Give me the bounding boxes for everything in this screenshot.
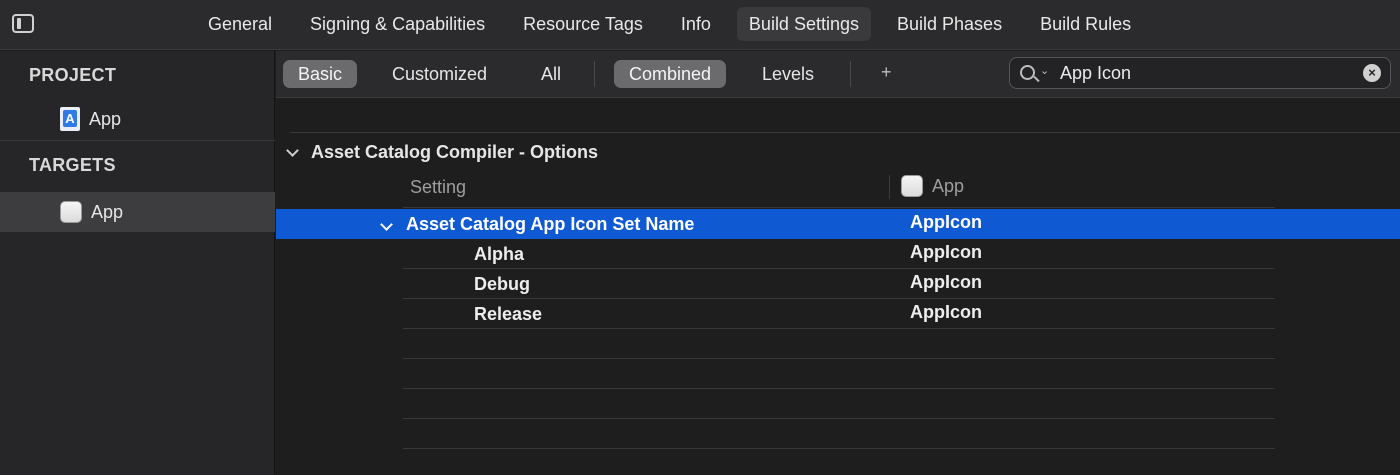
column-header-setting: Setting (410, 177, 467, 197)
search-input[interactable] (1060, 61, 1350, 85)
sidebar-divider (0, 140, 275, 141)
tab-signing-capabilities[interactable]: Signing & Capabilities (298, 7, 497, 41)
add-setting-button[interactable]: + (881, 62, 892, 83)
table-row[interactable]: Release AppIcon (403, 299, 1275, 329)
group-title: Asset Catalog Compiler - Options (311, 142, 599, 162)
table-row[interactable]: Alpha AppIcon (403, 239, 1275, 269)
chevron-down-icon[interactable] (380, 218, 393, 231)
column-divider (889, 175, 890, 199)
setting-value[interactable]: AppIcon (910, 212, 982, 233)
tab-general[interactable]: General (196, 7, 284, 41)
search-field[interactable]: ⌄ × (1009, 57, 1391, 89)
chevron-down-icon[interactable]: ⌄ (1040, 64, 1049, 77)
project-header: PROJECT (29, 65, 117, 85)
filter-basic-button[interactable]: Basic (283, 60, 358, 88)
table-divider (403, 388, 1275, 389)
tab-build-rules[interactable]: Build Rules (1028, 7, 1143, 41)
filter-customized-button[interactable]: Customized (377, 60, 502, 88)
tab-build-phases[interactable]: Build Phases (885, 7, 1014, 41)
app-target-icon (901, 175, 923, 197)
setting-row-app-icon-set-name[interactable]: Asset Catalog App Icon Set Name AppIcon (276, 209, 1400, 239)
setting-group-asset-catalog[interactable]: Asset Catalog Compiler - Options (284, 142, 598, 163)
sidebar-item-label: App (89, 108, 122, 129)
setting-name: Alpha (474, 244, 525, 264)
table-divider (403, 418, 1275, 419)
clear-search-icon[interactable]: × (1363, 64, 1381, 82)
table-divider (403, 358, 1275, 359)
editor-tab-bar: General Signing & Capabilities Resource … (0, 0, 1400, 50)
tab-build-settings[interactable]: Build Settings (736, 7, 871, 41)
filter-divider (850, 61, 851, 87)
column-header-target: App (901, 175, 964, 197)
search-icon (1020, 65, 1035, 80)
setting-name: Release (474, 304, 543, 324)
tab-info[interactable]: Info (669, 7, 723, 41)
setting-value[interactable]: AppIcon (910, 242, 982, 263)
project-targets-sidebar: PROJECT App TARGETS App (0, 51, 275, 475)
build-settings-table: Asset Catalog Compiler - Options Setting… (276, 99, 1400, 475)
table-divider (290, 132, 1400, 133)
targets-header: TARGETS (29, 155, 116, 175)
filter-all-button[interactable]: All (526, 60, 576, 88)
table-divider (403, 207, 1275, 208)
setting-name: Asset Catalog App Icon Set Name (406, 214, 695, 234)
project-file-icon (60, 107, 80, 131)
table-divider (403, 328, 1275, 329)
chevron-down-icon[interactable] (286, 143, 299, 157)
column-header-label: App (932, 175, 965, 196)
setting-value[interactable]: AppIcon (910, 302, 982, 323)
view-levels-button[interactable]: Levels (747, 60, 829, 88)
sidebar-toggle-icon[interactable] (12, 14, 34, 33)
tab-resource-tags[interactable]: Resource Tags (511, 7, 655, 41)
xcode-build-settings-window: General Signing & Capabilities Resource … (0, 0, 1400, 475)
setting-name: Debug (474, 274, 530, 294)
filter-divider (594, 61, 595, 87)
build-settings-filter-bar: Basic Customized All Combined Levels + ⌄… (276, 51, 1400, 98)
app-target-icon (60, 201, 82, 223)
table-row[interactable]: Debug AppIcon (403, 269, 1275, 299)
sidebar-item-label: App (91, 201, 124, 222)
editor-tabs: General Signing & Capabilities Resource … (196, 7, 1157, 41)
sidebar-item-project-app[interactable]: App (0, 99, 275, 139)
view-combined-button[interactable]: Combined (614, 60, 727, 88)
setting-value[interactable]: AppIcon (910, 272, 982, 293)
sidebar-item-target-app[interactable]: App (0, 192, 275, 232)
table-divider (403, 448, 1275, 449)
